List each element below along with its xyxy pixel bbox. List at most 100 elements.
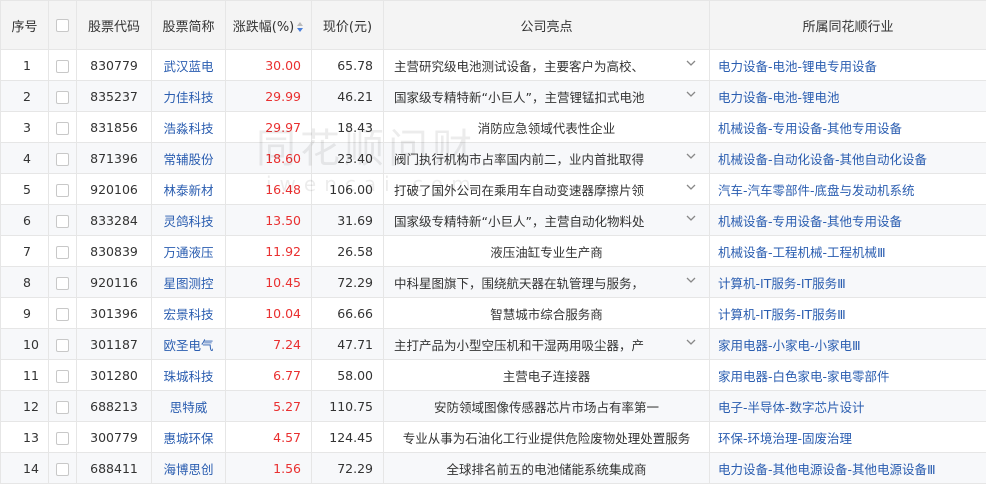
row-select[interactable] xyxy=(49,298,77,329)
row-checkbox[interactable] xyxy=(56,91,69,104)
industry-link[interactable]: 电力设备-电池-锂电池 xyxy=(710,81,986,112)
sort-icon[interactable] xyxy=(296,21,304,33)
industry-link[interactable]: 机械设备-专用设备-其他专用设备 xyxy=(710,205,986,236)
chevron-down-icon[interactable] xyxy=(685,336,697,348)
row-select[interactable] xyxy=(49,174,77,205)
row-index: 14 xyxy=(1,453,49,484)
header-change[interactable]: 涨跌幅(%) xyxy=(226,1,312,50)
row-select[interactable] xyxy=(49,50,77,81)
row-checkbox[interactable] xyxy=(56,184,69,197)
chevron-down-icon[interactable] xyxy=(685,274,697,286)
table-row[interactable]: 3831856浩淼科技29.9718.43消防应急领域代表性企业机械设备-专用设… xyxy=(1,112,986,143)
row-checkbox[interactable] xyxy=(56,308,69,321)
row-checkbox[interactable] xyxy=(56,463,69,476)
table-row[interactable]: 6833284灵鸽科技13.5031.69国家级专精特新“小巨人”，主营自动化物… xyxy=(1,205,986,236)
stock-name-link[interactable]: 灵鸽科技 xyxy=(152,205,226,236)
company-highlight[interactable]: 打破了国外公司在乘用车自动变速器摩擦片领 xyxy=(384,174,710,205)
company-highlight[interactable]: 国家级专精特新“小巨人”，主营锂锰扣式电池 xyxy=(384,81,710,112)
stock-name-link[interactable]: 海博思创 xyxy=(152,453,226,484)
select-all-checkbox[interactable] xyxy=(56,19,69,32)
row-select[interactable] xyxy=(49,143,77,174)
company-highlight[interactable]: 主打产品为小型空压机和干湿两用吸尘器，产 xyxy=(384,329,710,360)
row-checkbox[interactable] xyxy=(56,153,69,166)
company-highlight[interactable]: 主营研究级电池测试设备，主要客户为高校、 xyxy=(384,50,710,81)
industry-link[interactable]: 家用电器-白色家电-家电零部件 xyxy=(710,360,986,391)
industry-link[interactable]: 电力设备-电池-锂电专用设备 xyxy=(710,50,986,81)
header-code[interactable]: 股票代码 xyxy=(77,1,152,50)
stock-name-link[interactable]: 欧圣电气 xyxy=(152,329,226,360)
row-select[interactable] xyxy=(49,422,77,453)
stock-name-link[interactable]: 珠城科技 xyxy=(152,360,226,391)
chevron-down-icon[interactable] xyxy=(685,181,697,193)
industry-link[interactable]: 机械设备-工程机械-工程机械Ⅲ xyxy=(710,236,986,267)
row-checkbox[interactable] xyxy=(56,401,69,414)
header-name[interactable]: 股票简称 xyxy=(152,1,226,50)
industry-link[interactable]: 计算机-IT服务-IT服务Ⅲ xyxy=(710,267,986,298)
table-row[interactable]: 8920116星图测控10.4572.29中科星图旗下，围绕航天器在轨管理与服务… xyxy=(1,267,986,298)
header-select-all[interactable] xyxy=(49,1,77,50)
row-checkbox[interactable] xyxy=(56,339,69,352)
row-checkbox[interactable] xyxy=(56,246,69,259)
header-industry[interactable]: 所属同花顺行业 xyxy=(710,1,986,50)
industry-link[interactable]: 机械设备-专用设备-其他专用设备 xyxy=(710,112,986,143)
row-select[interactable] xyxy=(49,81,77,112)
row-index: 1 xyxy=(1,50,49,81)
row-select[interactable] xyxy=(49,453,77,484)
company-highlight-text: 安防领域图像传感器芯片市场占有率第一 xyxy=(434,400,659,415)
industry-link[interactable]: 电子-半导体-数字芯片设计 xyxy=(710,391,986,422)
table-row[interactable]: 13300779惠城环保4.57124.45专业从事为石油化工行业提供危险废物处… xyxy=(1,422,986,453)
industry-link[interactable]: 家用电器-小家电-小家电Ⅲ xyxy=(710,329,986,360)
stock-name-link[interactable]: 林泰新材 xyxy=(152,174,226,205)
chevron-down-icon[interactable] xyxy=(685,212,697,224)
stock-code: 301280 xyxy=(77,360,152,391)
row-select[interactable] xyxy=(49,391,77,422)
table-row[interactable]: 14688411海博思创1.5672.29全球排名前五的电池储能系统集成商电力设… xyxy=(1,453,986,484)
row-select[interactable] xyxy=(49,267,77,298)
chevron-down-icon[interactable] xyxy=(685,57,697,69)
stock-name-link[interactable]: 万通液压 xyxy=(152,236,226,267)
table-row[interactable]: 7830839万通液压11.9226.58液压油缸专业生产商机械设备-工程机械-… xyxy=(1,236,986,267)
company-highlight[interactable]: 国家级专精特新“小巨人”，主营自动化物料处 xyxy=(384,205,710,236)
industry-link[interactable]: 计算机-IT服务-IT服务Ⅲ xyxy=(710,298,986,329)
row-index: 11 xyxy=(1,360,49,391)
row-checkbox[interactable] xyxy=(56,277,69,290)
stock-name-link[interactable]: 力佳科技 xyxy=(152,81,226,112)
row-select[interactable] xyxy=(49,329,77,360)
stock-name-link[interactable]: 浩淼科技 xyxy=(152,112,226,143)
stock-name-link[interactable]: 常辅股份 xyxy=(152,143,226,174)
stock-name-link[interactable]: 宏景科技 xyxy=(152,298,226,329)
row-checkbox[interactable] xyxy=(56,122,69,135)
stock-name-link[interactable]: 星图测控 xyxy=(152,267,226,298)
row-checkbox[interactable] xyxy=(56,60,69,73)
header-price[interactable]: 现价(元) xyxy=(312,1,384,50)
table-row[interactable]: 4871396常辅股份18.6023.40阀门执行机构市占率国内前二，业内首批取… xyxy=(1,143,986,174)
table-row[interactable]: 2835237力佳科技29.9946.21国家级专精特新“小巨人”，主营锂锰扣式… xyxy=(1,81,986,112)
table-row[interactable]: 1830779武汉蓝电30.0065.78主营研究级电池测试设备，主要客户为高校… xyxy=(1,50,986,81)
chevron-down-icon[interactable] xyxy=(685,88,697,100)
company-highlight[interactable]: 阀门执行机构市占率国内前二，业内首批取得 xyxy=(384,143,710,174)
current-price: 47.71 xyxy=(312,329,384,360)
company-highlight[interactable]: 中科星图旗下，围绕航天器在轨管理与服务， xyxy=(384,267,710,298)
row-select[interactable] xyxy=(49,360,77,391)
industry-link[interactable]: 机械设备-自动化设备-其他自动化设备 xyxy=(710,143,986,174)
row-checkbox[interactable] xyxy=(56,370,69,383)
row-checkbox[interactable] xyxy=(56,215,69,228)
table-row[interactable]: 5920106林泰新材16.48106.00打破了国外公司在乘用车自动变速器摩擦… xyxy=(1,174,986,205)
row-select[interactable] xyxy=(49,236,77,267)
table-row[interactable]: 10301187欧圣电气7.2447.71主打产品为小型空压机和干湿两用吸尘器，… xyxy=(1,329,986,360)
stock-name-link[interactable]: 思特威 xyxy=(152,391,226,422)
row-select[interactable] xyxy=(49,205,77,236)
stock-name-link[interactable]: 武汉蓝电 xyxy=(152,50,226,81)
table-row[interactable]: 11301280珠城科技6.7758.00主营电子连接器家用电器-白色家电-家电… xyxy=(1,360,986,391)
industry-link[interactable]: 电力设备-其他电源设备-其他电源设备Ⅲ xyxy=(710,453,986,484)
company-highlight: 主营电子连接器 xyxy=(384,360,710,391)
stock-name-link[interactable]: 惠城环保 xyxy=(152,422,226,453)
industry-link[interactable]: 环保-环境治理-固废治理 xyxy=(710,422,986,453)
row-select[interactable] xyxy=(49,112,77,143)
table-row[interactable]: 9301396宏景科技10.0466.66智慧城市综合服务商计算机-IT服务-I… xyxy=(1,298,986,329)
chevron-down-icon[interactable] xyxy=(685,150,697,162)
table-row[interactable]: 12688213思特威5.27110.75安防领域图像传感器芯片市场占有率第一电… xyxy=(1,391,986,422)
stock-code: 835237 xyxy=(77,81,152,112)
row-checkbox[interactable] xyxy=(56,432,69,445)
industry-link[interactable]: 汽车-汽车零部件-底盘与发动机系统 xyxy=(710,174,986,205)
